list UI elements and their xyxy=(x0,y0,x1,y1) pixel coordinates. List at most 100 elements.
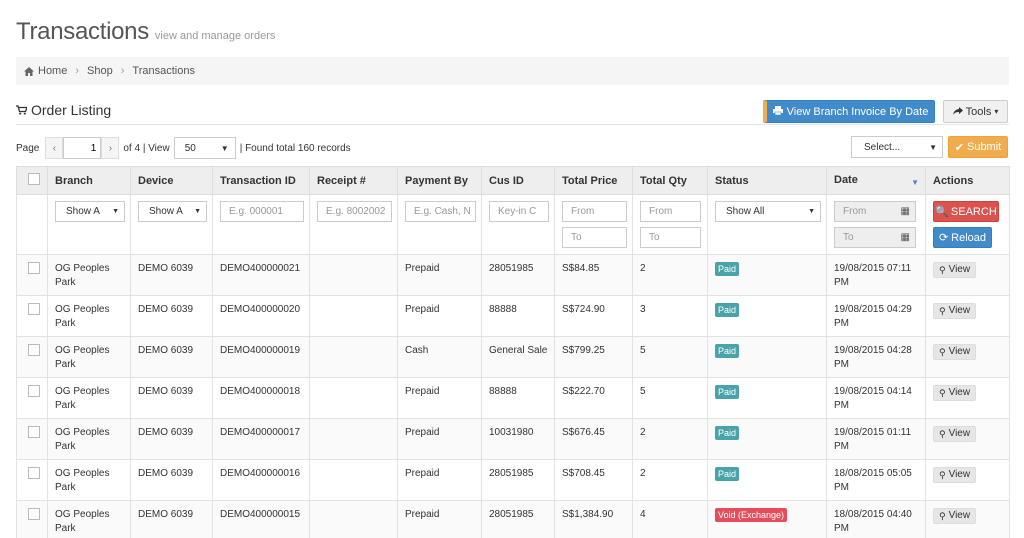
cell-device: DEMO 6039 xyxy=(130,418,213,460)
cell-date: 19/08/2015 04:28 PM xyxy=(826,336,926,378)
cell-receipt xyxy=(309,377,398,419)
column-header-transaction-id[interactable]: Transaction ID xyxy=(212,166,310,195)
calendar-icon[interactable]: ▦ xyxy=(901,231,910,245)
column-header-date-label: Date xyxy=(834,174,858,186)
cell-total-qty: 3 xyxy=(632,295,708,337)
column-header-payment-by[interactable]: Payment By xyxy=(397,166,482,195)
tools-button[interactable]: Tools ▾ xyxy=(943,100,1008,123)
breadcrumb-shop[interactable]: Shop xyxy=(87,65,113,77)
column-header-status[interactable]: Status xyxy=(707,166,827,195)
column-header-receipt[interactable]: Receipt # xyxy=(309,166,398,195)
status-filter-select[interactable]: Show All ▼ xyxy=(715,201,821,222)
page-title: Transactions xyxy=(16,18,149,45)
cell-status: Paid xyxy=(707,418,827,460)
view-label: View xyxy=(948,264,971,275)
view-label: View xyxy=(948,428,971,439)
price-from-input[interactable]: From xyxy=(562,201,627,222)
next-page-button[interactable]: › xyxy=(101,137,120,159)
cell-select xyxy=(16,254,48,296)
search-icon: ⚲ xyxy=(939,429,946,439)
filter-cell: E.g. 000001 xyxy=(212,194,310,255)
price-to-input[interactable]: To xyxy=(562,227,627,248)
qty-from-input[interactable]: From xyxy=(640,201,701,222)
select-all-checkbox[interactable] xyxy=(28,173,40,185)
page-size-value: 50 xyxy=(184,142,196,154)
view-label: View xyxy=(948,469,971,480)
search-icon: ⚲ xyxy=(939,265,946,275)
view-button[interactable]: ⚲ View xyxy=(933,344,977,360)
view-button[interactable]: ⚲ View xyxy=(933,426,977,442)
cell-total-qty: 5 xyxy=(632,377,708,419)
cell-payment-by: Prepaid xyxy=(397,500,482,538)
column-header-total-qty[interactable]: Total Qty xyxy=(632,166,708,195)
row-checkbox[interactable] xyxy=(28,426,40,438)
view-button[interactable]: ⚲ View xyxy=(933,467,977,483)
cell-select xyxy=(16,459,48,501)
submit-label: Submit xyxy=(966,141,1002,153)
status-filter-value: Show All xyxy=(726,205,765,217)
view-label: View xyxy=(948,510,971,521)
cell-transaction-id: DEMO400000017 xyxy=(212,418,310,460)
cell-branch: OG Peoples Park xyxy=(47,254,131,296)
submit-button[interactable]: ✔ Submit xyxy=(948,136,1008,158)
page-size-select[interactable]: 50 ▼ xyxy=(173,137,236,159)
branch-filter-select[interactable]: Show A ▼ xyxy=(55,201,125,222)
view-branch-invoice-button[interactable]: View Branch Invoice By Date xyxy=(763,100,935,123)
column-header-branch[interactable]: Branch xyxy=(47,166,131,195)
table-row[interactable]: OG Peoples Park DEMO 6039 DEMO400000017 Pre… xyxy=(16,418,1010,460)
status-badge: Paid xyxy=(715,467,740,481)
cell-payment-by: Prepaid xyxy=(397,418,482,460)
view-button[interactable]: ⚲ View xyxy=(933,262,977,278)
table-row[interactable]: OG Peoples Park DEMO 6039 DEMO400000018 Pre… xyxy=(16,377,1010,419)
cell-actions: ⚲ View xyxy=(925,418,1010,460)
payment-by-filter-input[interactable]: E.g. Cash, N xyxy=(405,201,476,222)
column-header-cus-id[interactable]: Cus ID xyxy=(481,166,555,195)
table-row[interactable]: OG Peoples Park DEMO 6039 DEMO400000020 Pre… xyxy=(16,295,1010,337)
view-button[interactable]: ⚲ View xyxy=(933,385,977,401)
row-checkbox[interactable] xyxy=(28,467,40,479)
row-checkbox[interactable] xyxy=(28,303,40,315)
cell-transaction-id: DEMO400000020 xyxy=(212,295,310,337)
search-icon: ⚲ xyxy=(939,306,946,316)
cell-cus-id: General Sale xyxy=(481,336,555,378)
table-row[interactable]: OG Peoples Park DEMO 6039 DEMO400000019 Cas… xyxy=(16,336,1010,378)
view-button[interactable]: ⚲ View xyxy=(933,303,977,319)
search-icon: ⚲ xyxy=(939,511,946,521)
search-icon: ⚲ xyxy=(939,347,946,357)
table-row[interactable]: OG Peoples Park DEMO 6039 DEMO400000015 Pre… xyxy=(16,500,1010,538)
transaction-id-filter-input[interactable]: E.g. 000001 xyxy=(220,201,304,222)
cell-date: 19/08/2015 04:29 PM xyxy=(826,295,926,337)
date-from-input[interactable]: From ▦ xyxy=(834,201,916,222)
bulk-action-select[interactable]: Select... ▼ xyxy=(851,136,943,158)
prev-page-button[interactable]: ‹ xyxy=(45,137,64,159)
breadcrumb-home[interactable]: Home xyxy=(38,65,67,77)
view-label: View xyxy=(948,346,971,357)
column-header-date[interactable]: Date ▼ xyxy=(826,166,926,195)
cell-receipt xyxy=(309,295,398,337)
view-button[interactable]: ⚲ View xyxy=(933,508,977,524)
search-button[interactable]: 🔍 SEARCH xyxy=(933,201,999,222)
reload-button[interactable]: ⟳ Reload xyxy=(933,227,992,248)
row-checkbox[interactable] xyxy=(28,508,40,520)
cus-id-filter-input[interactable]: Key-in C xyxy=(489,201,549,222)
page-number-input[interactable] xyxy=(63,137,102,159)
row-checkbox[interactable] xyxy=(28,262,40,274)
table-row[interactable]: OG Peoples Park DEMO 6039 DEMO400000016 Pre… xyxy=(16,459,1010,501)
row-checkbox[interactable] xyxy=(28,385,40,397)
calendar-icon[interactable]: ▦ xyxy=(901,205,910,219)
cell-branch: OG Peoples Park xyxy=(47,500,131,538)
column-header-total-price[interactable]: Total Price xyxy=(554,166,633,195)
cell-total-price: S$84.85 xyxy=(554,254,633,296)
column-header-device[interactable]: Device xyxy=(130,166,213,195)
qty-to-input[interactable]: To xyxy=(640,227,701,248)
date-to-input[interactable]: To ▦ xyxy=(834,227,916,248)
row-checkbox[interactable] xyxy=(28,344,40,356)
receipt-filter-input[interactable]: E.g. 8002002 xyxy=(317,201,392,222)
device-filter-value: Show A xyxy=(149,205,183,217)
date-from-placeholder: From xyxy=(843,205,867,217)
cell-status: Paid xyxy=(707,254,827,296)
device-filter-select[interactable]: Show A ▼ xyxy=(138,201,207,222)
table-body: OG Peoples Park DEMO 6039 DEMO400000021 Pre… xyxy=(16,254,1010,538)
table-row[interactable]: OG Peoples Park DEMO 6039 DEMO400000021 Pre… xyxy=(16,254,1010,296)
cell-total-price: S$676.45 xyxy=(554,418,633,460)
